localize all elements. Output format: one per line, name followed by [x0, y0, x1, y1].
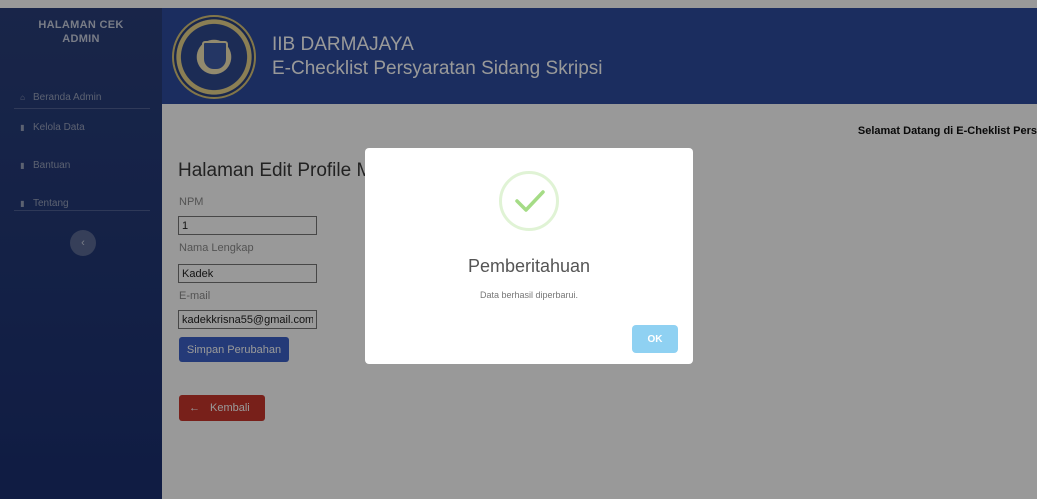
checkmark-icon — [515, 190, 545, 212]
ok-button[interactable]: OK — [632, 325, 678, 353]
dialog-title: Pemberitahuan — [467, 256, 591, 276]
notification-dialog: Pemberitahuan Data berhasil diperbarui. … — [365, 148, 693, 364]
success-check-icon — [499, 171, 559, 231]
dialog-message: Data berhasil diperbarui. — [479, 290, 579, 300]
